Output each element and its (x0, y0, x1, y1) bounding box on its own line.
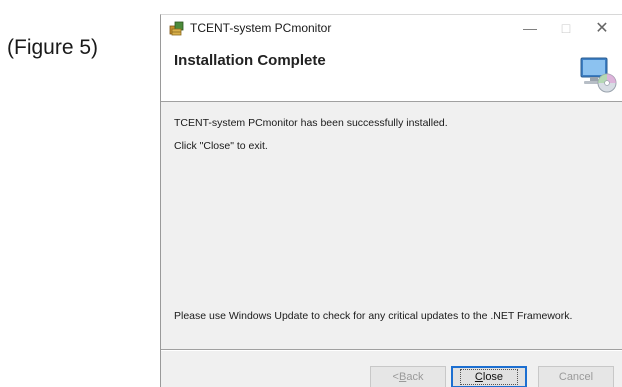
close-window-button[interactable]: ✕ (584, 15, 620, 41)
close-label: lose (482, 371, 504, 383)
exit-instruction: Click "Close" to exit. (174, 140, 268, 152)
close-mnemonic: C (474, 371, 483, 383)
installer-app-icon (169, 21, 184, 36)
close-button[interactable]: Close (451, 366, 527, 387)
button-divider (161, 349, 622, 351)
back-mnemonic: B (398, 371, 407, 383)
title-bar[interactable]: TCENT-system PCmonitor — □ ✕ (161, 15, 622, 41)
figure-caption: (Figure 5) (7, 36, 99, 59)
back-button[interactable]: < Back (370, 366, 446, 387)
back-label: ack (406, 371, 424, 383)
page-title: Installation Complete (174, 52, 326, 69)
success-message: TCENT-system PCmonitor has been successf… (174, 117, 448, 129)
header-banner: Installation Complete (161, 41, 622, 102)
window-title: TCENT-system PCmonitor (190, 21, 332, 35)
close-focus-rect: Close (459, 369, 519, 385)
minimize-button[interactable]: — (512, 15, 548, 41)
installer-window: TCENT-system PCmonitor — □ ✕ Installatio… (160, 14, 622, 387)
windows-update-note: Please use Windows Update to check for a… (174, 310, 573, 322)
dialog-body: TCENT-system PCmonitor has been successf… (161, 102, 622, 334)
cancel-button[interactable]: Cancel (538, 366, 614, 387)
computer-cd-icon (580, 57, 617, 93)
maximize-button[interactable]: □ (548, 15, 584, 41)
